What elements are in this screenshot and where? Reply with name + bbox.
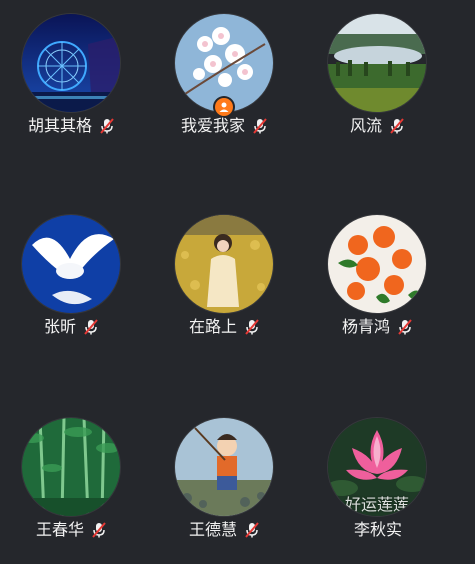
participant-tile[interactable]: 在路上 (155, 215, 295, 355)
mic-muted-icon[interactable] (396, 318, 414, 336)
cartoon-boy-avatar (175, 418, 273, 516)
participant-grid: 胡其其格 我爱我家 风流 张昕 在路上 杨青鸿 王春华 王德慧 好运莲莲 李秋实 (0, 0, 475, 564)
participant-tile[interactable]: 王德慧 (155, 418, 295, 558)
mic-muted-icon[interactable] (82, 318, 100, 336)
participant-tile[interactable]: 风流 (308, 14, 448, 154)
participant-tile[interactable]: 我爱我家 (155, 14, 295, 154)
participant-name: 王春华 (35, 520, 84, 539)
mic-muted-icon[interactable] (388, 117, 406, 135)
participant-name: 我爱我家 (180, 116, 245, 135)
mic-muted-icon[interactable] (251, 117, 269, 135)
bamboo-forest-avatar (22, 418, 120, 516)
participant-name: 杨青鸿 (341, 317, 390, 336)
ferris-wheel-night-avatar (22, 14, 120, 112)
mic-muted-icon[interactable] (243, 521, 261, 539)
participant-tile[interactable]: 王春华 (2, 418, 142, 558)
participant-name: 李秋实 (353, 520, 402, 539)
participant-tile[interactable]: 杨青鸿 (308, 215, 448, 355)
lake-landscape-avatar (328, 14, 426, 112)
participant-name: 风流 (349, 116, 382, 135)
girl-in-field-avatar (175, 215, 273, 313)
mic-muted-icon[interactable] (90, 521, 108, 539)
participant-name: 在路上 (188, 317, 237, 336)
participant-tile[interactable]: 好运莲莲 李秋实 (308, 418, 448, 558)
participant-name: 胡其其格 (27, 116, 92, 135)
participant-name: 王德慧 (188, 520, 237, 539)
participant-name: 张昕 (43, 317, 76, 336)
white-dove-avatar (22, 215, 120, 313)
lotus-avatar: 好运莲莲 (328, 418, 426, 516)
participant-tile[interactable]: 胡其其格 (2, 14, 142, 154)
orange-flowers-avatar (328, 215, 426, 313)
participant-tile[interactable]: 张昕 (2, 215, 142, 355)
mic-muted-icon[interactable] (98, 117, 116, 135)
mic-muted-icon[interactable] (243, 318, 261, 336)
